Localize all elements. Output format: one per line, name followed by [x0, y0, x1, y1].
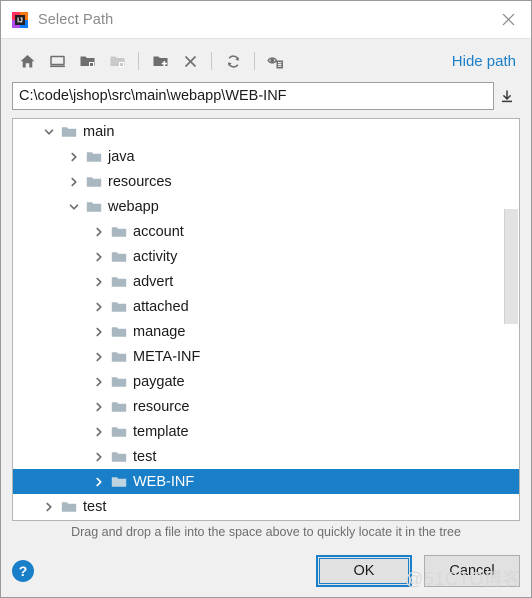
folder-icon — [110, 394, 128, 419]
folder-icon — [60, 119, 78, 144]
toolbar-separator — [138, 52, 139, 70]
tree-node-label: test — [83, 498, 107, 515]
folder-icon — [110, 244, 128, 269]
tree-node-label: webapp — [108, 198, 159, 215]
tree-node-label: template — [133, 423, 189, 440]
tree-row[interactable]: test — [13, 444, 519, 469]
folder-icon — [85, 169, 103, 194]
dialog-body: Hide path main java resources webapp account… — [1, 39, 531, 545]
svg-text:IJ: IJ — [17, 17, 23, 24]
intellij-idea-icon: IJ — [11, 11, 29, 29]
toolbar: Hide path — [12, 39, 520, 79]
chevron-right-icon[interactable] — [88, 294, 110, 319]
close-icon[interactable] — [485, 1, 531, 38]
help-icon[interactable]: ? — [12, 560, 34, 582]
tree-row[interactable]: account — [13, 219, 519, 244]
folder-icon — [110, 319, 128, 344]
project-folder-icon[interactable] — [72, 47, 102, 75]
tree-node-label: paygate — [133, 373, 185, 390]
tree-node-label: attached — [133, 298, 189, 315]
chevron-right-icon[interactable] — [38, 494, 60, 519]
folder-icon — [110, 444, 128, 469]
tree-row[interactable]: main — [13, 119, 519, 144]
chevron-right-icon[interactable] — [63, 144, 85, 169]
tree-row[interactable]: paygate — [13, 369, 519, 394]
chevron-right-icon[interactable] — [88, 394, 110, 419]
chevron-right-icon[interactable] — [88, 219, 110, 244]
tree-row[interactable]: resources — [13, 169, 519, 194]
folder-icon — [85, 144, 103, 169]
chevron-right-icon[interactable] — [88, 469, 110, 494]
folder-icon — [110, 269, 128, 294]
refresh-icon[interactable] — [218, 47, 248, 75]
cancel-button[interactable]: Cancel — [424, 555, 520, 587]
title-bar: IJ Select Path — [1, 1, 531, 39]
folder-icon — [110, 469, 128, 494]
tree-node-label: resource — [133, 398, 190, 415]
folder-icon — [60, 494, 78, 519]
path-row — [12, 82, 520, 110]
tree-vertical-scrollbar[interactable] — [504, 209, 518, 324]
tree-node-label: main — [83, 123, 115, 140]
tree-row[interactable]: java — [13, 144, 519, 169]
folder-icon — [110, 369, 128, 394]
tree-node-label: manage — [133, 323, 186, 340]
window-title: Select Path — [38, 11, 114, 28]
drag-drop-hint: Drag and drop a file into the space abov… — [71, 525, 461, 539]
chevron-right-icon[interactable] — [88, 244, 110, 269]
tree-row[interactable]: WEB-INF — [13, 469, 519, 494]
tree-row[interactable]: template — [13, 419, 519, 444]
chevron-right-icon[interactable] — [88, 419, 110, 444]
toolbar-separator — [254, 52, 255, 70]
folder-icon — [110, 219, 128, 244]
path-input[interactable] — [12, 82, 494, 110]
chevron-down-icon[interactable] — [63, 194, 85, 219]
tree-row[interactable]: manage — [13, 319, 519, 344]
tree-node-label: test — [133, 448, 157, 465]
hide-path-link[interactable]: Hide path — [452, 53, 520, 70]
directory-tree[interactable]: main java resources webapp account activity ad… — [13, 119, 519, 520]
ok-button[interactable]: OK — [316, 555, 412, 587]
tree-node-label: advert — [133, 273, 174, 290]
chevron-down-icon[interactable] — [38, 119, 60, 144]
tree-node-label: META-INF — [133, 348, 201, 365]
folder-icon — [110, 419, 128, 444]
tree-node-label: WEB-INF — [133, 473, 195, 490]
tree-node-label: java — [108, 148, 135, 165]
tree-row[interactable]: advert — [13, 269, 519, 294]
chevron-right-icon[interactable] — [63, 169, 85, 194]
new-folder-icon[interactable] — [145, 47, 175, 75]
chevron-right-icon[interactable] — [88, 369, 110, 394]
folder-icon — [85, 194, 103, 219]
chevron-right-icon[interactable] — [88, 269, 110, 294]
tree-row[interactable]: attached — [13, 294, 519, 319]
toolbar-separator — [211, 52, 212, 70]
chevron-right-icon[interactable] — [88, 344, 110, 369]
chevron-right-icon[interactable] — [88, 444, 110, 469]
download-arrow-icon[interactable] — [494, 82, 520, 110]
folder-icon — [110, 344, 128, 369]
select-path-dialog: IJ Select Path Hide path C:\code\jshop\s… — [0, 0, 532, 598]
tree-node-label: activity — [133, 248, 178, 265]
delete-icon[interactable] — [175, 47, 205, 75]
folder-icon — [110, 294, 128, 319]
directory-tree-panel[interactable]: main java resources webapp account activity ad… — [12, 118, 520, 521]
show-hidden-files-icon[interactable] — [261, 47, 291, 75]
tree-row[interactable]: test — [13, 494, 519, 519]
module-folder-icon — [102, 47, 132, 75]
tree-row[interactable]: resource — [13, 394, 519, 419]
tree-row[interactable]: webapp — [13, 194, 519, 219]
chevron-right-icon[interactable] — [88, 319, 110, 344]
home-icon[interactable] — [12, 47, 42, 75]
tree-row[interactable]: META-INF — [13, 344, 519, 369]
tree-node-label: account — [133, 223, 184, 240]
desktop-icon[interactable] — [42, 47, 72, 75]
tree-row[interactable]: activity — [13, 244, 519, 269]
dialog-footer: ? OK Cancel @51CTO博客 — [1, 545, 531, 597]
tree-node-label: resources — [108, 173, 172, 190]
